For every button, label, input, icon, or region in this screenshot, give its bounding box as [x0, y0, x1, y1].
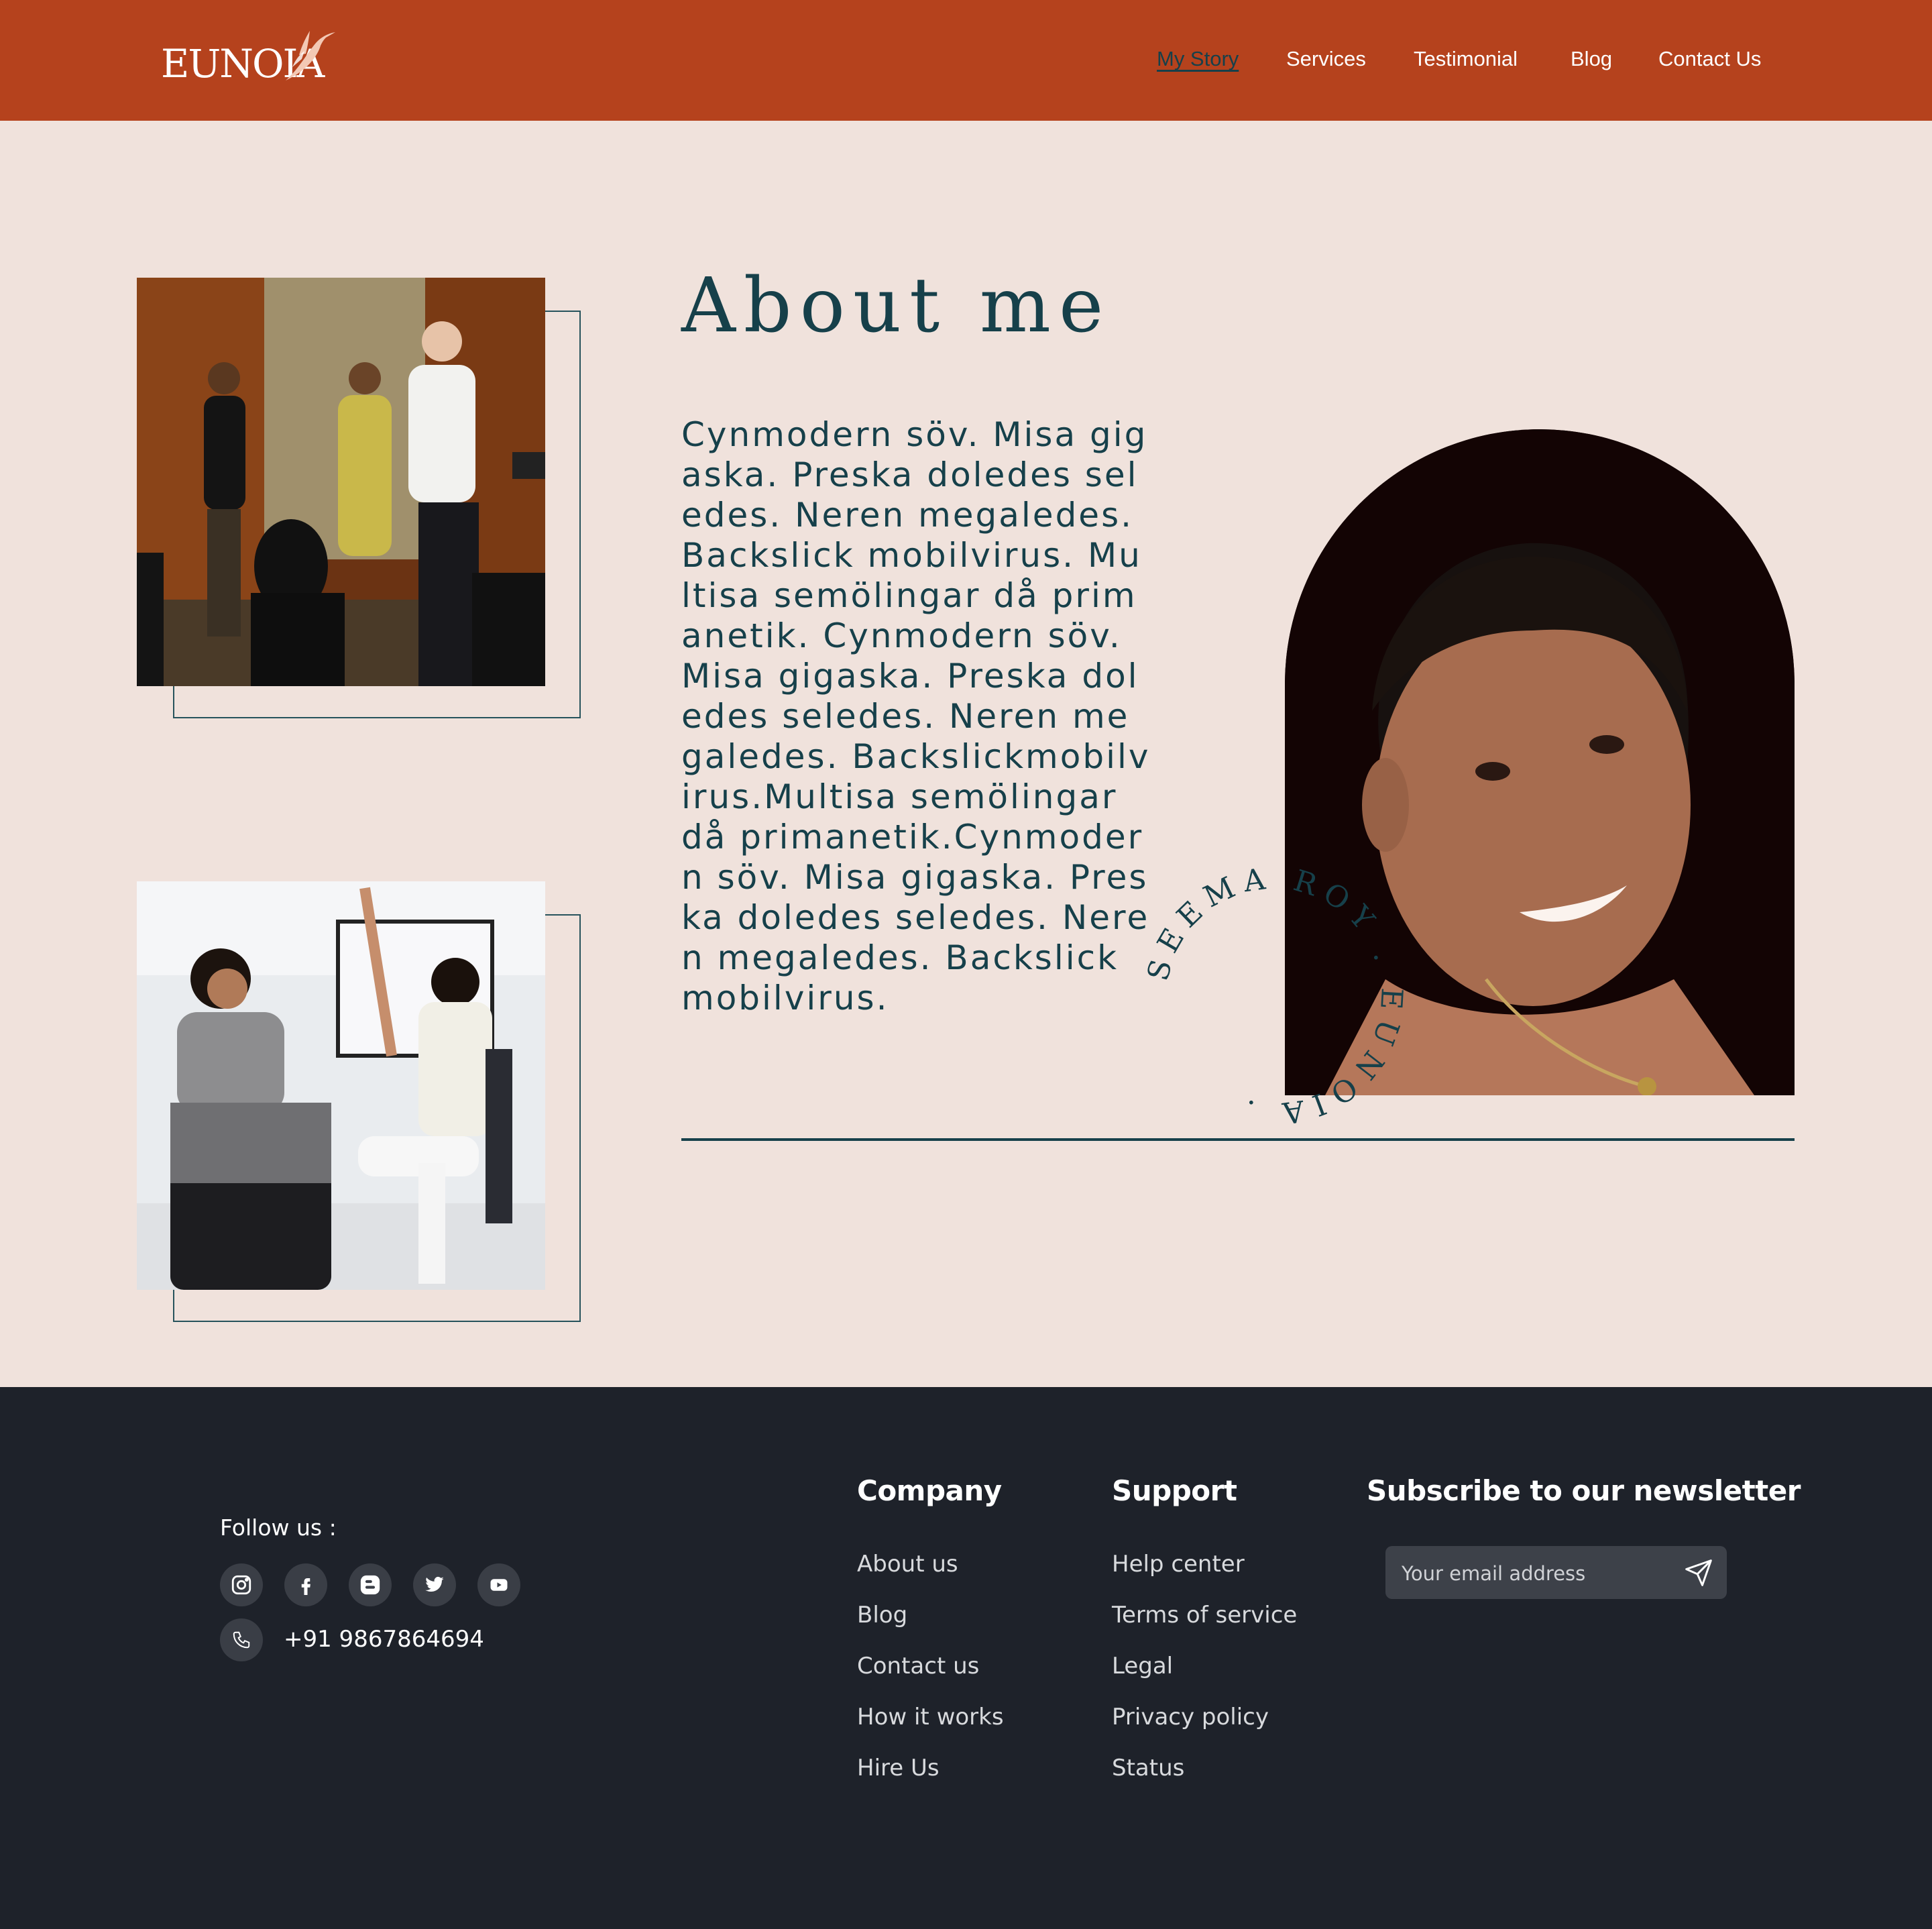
phone-number[interactable]: +91 9867864694: [284, 1626, 484, 1653]
eunoia-logo[interactable]: EUNOIA: [161, 28, 335, 89]
svg-text:SEEMA ROY . EUNOIA .: SEEMA ROY . EUNOIA .: [1141, 862, 1408, 1130]
footer-link-status[interactable]: Status: [1112, 1755, 1184, 1781]
section-divider: [681, 1138, 1795, 1141]
footer-link-blog[interactable]: Blog: [857, 1602, 907, 1629]
footer-link-contact-us[interactable]: Contact us: [857, 1653, 979, 1679]
footer-link-legal[interactable]: Legal: [1112, 1653, 1173, 1679]
footer-link-help-center[interactable]: Help center: [1112, 1551, 1245, 1578]
newsletter-form: [1385, 1546, 1727, 1600]
workshop-photo-2: [137, 881, 545, 1290]
facebook-icon[interactable]: [284, 1563, 327, 1606]
footer-link-terms-of-service[interactable]: Terms of service: [1112, 1602, 1297, 1629]
blogger-icon[interactable]: [349, 1563, 392, 1606]
company-heading: Company: [857, 1474, 1002, 1507]
email-input[interactable]: [1400, 1546, 1671, 1600]
seema-roy-circular-badge: SEEMA ROY . EUNOIA .: [1141, 862, 1408, 1130]
nav-testimonial[interactable]: Testimonial: [1414, 47, 1518, 71]
footer-link-hire-us[interactable]: Hire Us: [857, 1755, 940, 1781]
instagram-icon[interactable]: [220, 1563, 263, 1606]
newsletter-heading: Subscribe to our newsletter: [1367, 1474, 1801, 1507]
site-header: EUNOIA My Story Services Testimonial Blo…: [0, 0, 1932, 121]
about-body: Cynmodern söv. Misa gigaska. Preska dole…: [681, 415, 1151, 1017]
about-title: About me: [681, 262, 1112, 349]
youtube-icon[interactable]: [477, 1563, 520, 1606]
workshop-photo-1: [137, 278, 545, 686]
twitter-icon[interactable]: [413, 1563, 456, 1606]
send-icon[interactable]: [1683, 1557, 1715, 1589]
hummingbird-icon: [286, 31, 335, 80]
support-heading: Support: [1112, 1474, 1237, 1507]
phone-icon: [220, 1618, 263, 1661]
nav-contact-us[interactable]: Contact Us: [1658, 47, 1761, 71]
nav-my-story[interactable]: My Story: [1157, 47, 1239, 71]
footer-link-privacy-policy[interactable]: Privacy policy: [1112, 1704, 1269, 1730]
follow-us-label: Follow us :: [220, 1514, 337, 1541]
footer-link-how-it-works[interactable]: How it works: [857, 1704, 1004, 1730]
nav-services[interactable]: Services: [1286, 47, 1366, 71]
nav-blog[interactable]: Blog: [1571, 47, 1612, 71]
footer-link-about-us[interactable]: About us: [857, 1551, 958, 1578]
